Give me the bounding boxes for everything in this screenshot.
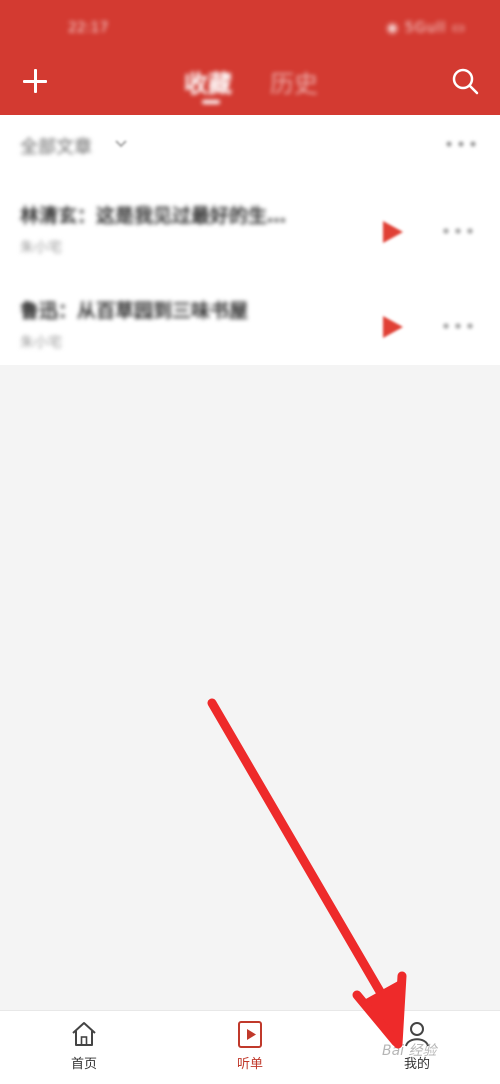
- tab-history[interactable]: 历史: [270, 64, 318, 99]
- top-nav: 收藏 历史: [0, 56, 500, 115]
- play-icon[interactable]: [383, 316, 403, 338]
- tab-favorites[interactable]: 收藏: [184, 64, 232, 99]
- home-icon: [72, 1022, 96, 1046]
- nav-item-home[interactable]: 首页: [44, 1019, 124, 1083]
- status-time: 22:17: [68, 20, 109, 36]
- list-item[interactable]: 林清玄：这是我见过最好的生… 朱小宅: [0, 175, 500, 270]
- playlist-icon: [238, 1021, 262, 1048]
- more-icon[interactable]: [444, 139, 478, 149]
- app-screen: 22:17 ◉ 5Gull ▭ 收藏 历史 全部文章 林清玄：这是我见过最好的生…: [0, 0, 500, 1084]
- tab-bar: 收藏 历史: [180, 64, 340, 110]
- more-icon[interactable]: [440, 225, 476, 237]
- filter-dropdown-label[interactable]: 全部文章: [20, 133, 92, 159]
- nav-label-playlist: 听单: [236, 1057, 263, 1072]
- more-icon[interactable]: [440, 320, 476, 332]
- nav-item-playlist[interactable]: 听单: [210, 1019, 290, 1083]
- item-author: 朱小宅: [20, 240, 62, 256]
- search-icon[interactable]: [450, 66, 480, 96]
- status-icons: ◉ 5Gull ▭: [386, 20, 466, 36]
- item-title: 鲁迅：从百草园到三味书屋: [20, 300, 249, 322]
- play-icon[interactable]: [383, 221, 403, 243]
- app-header: 22:17 ◉ 5Gull ▭ 收藏 历史: [0, 0, 500, 115]
- nav-label-home: 首页: [70, 1057, 97, 1072]
- chevron-down-icon[interactable]: [114, 139, 128, 149]
- list-item[interactable]: 鲁迅：从百草园到三味书屋 朱小宅: [0, 270, 500, 365]
- status-bar: 22:17 ◉ 5Gull ▭: [0, 0, 500, 56]
- active-tab-indicator: [202, 100, 220, 104]
- plus-icon[interactable]: [22, 68, 48, 94]
- item-title: 林清玄：这是我见过最好的生…: [20, 205, 287, 227]
- watermark: Bai 经验: [382, 1043, 437, 1059]
- item-author: 朱小宅: [20, 335, 62, 351]
- article-list: 林清玄：这是我见过最好的生… 朱小宅 鲁迅：从百草园到三味书屋 朱小宅: [0, 175, 500, 365]
- filter-row: 全部文章: [0, 115, 500, 175]
